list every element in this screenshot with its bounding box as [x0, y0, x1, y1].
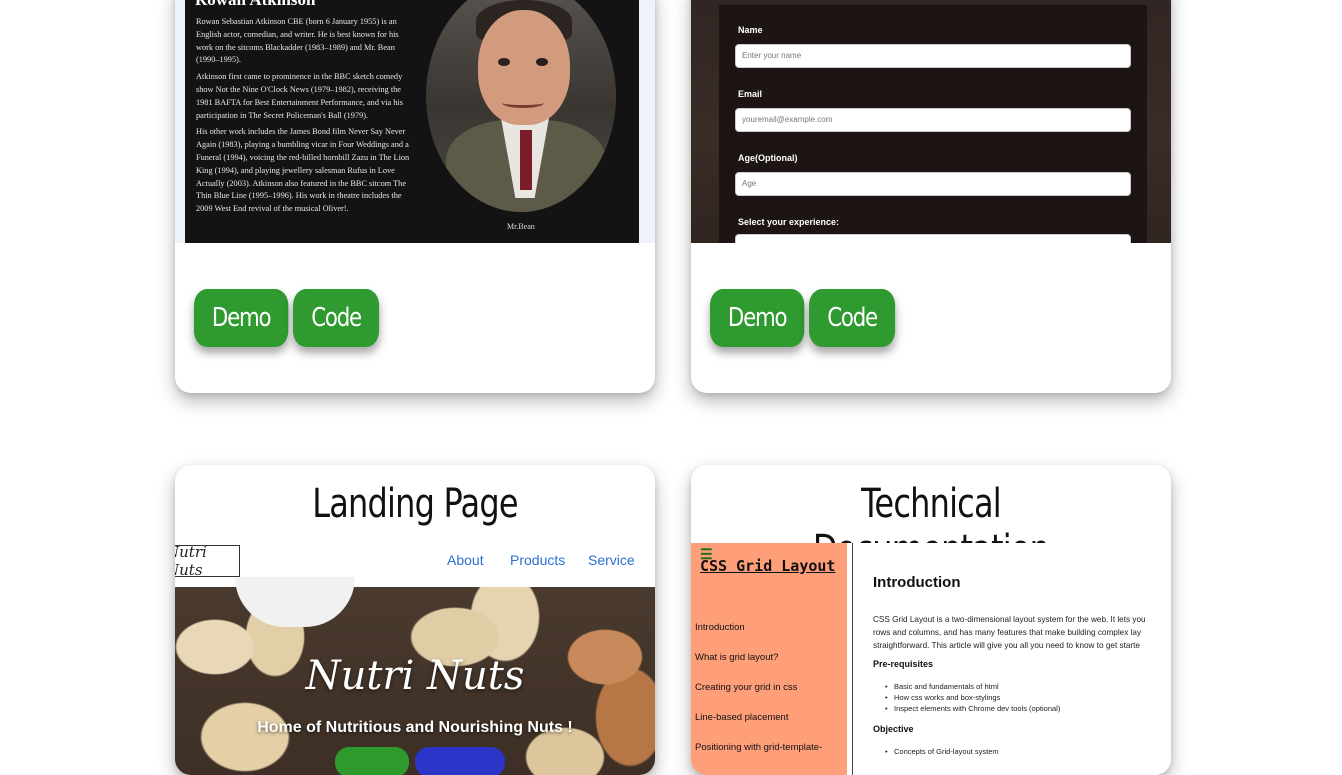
docs-prereq-heading: Pre-requisites	[873, 659, 934, 669]
portrait-eye-right	[536, 58, 548, 66]
demo-button[interactable]: Demo	[194, 289, 289, 347]
tribute-paragraph-3: His other work includes the James Bond f…	[196, 127, 410, 214]
portrait-eye-left	[498, 58, 510, 66]
portrait-mouth	[502, 98, 544, 108]
landing-hero: Nutri Nuts Home of Nutritious and Nouris…	[175, 577, 655, 775]
project-card-landing-page: Landing Page Nutri Nuts About Products S…	[175, 465, 655, 775]
tribute-paragraph-1: Rowan Sebastian Atkinson CBE (born 6 Jan…	[196, 17, 399, 65]
tribute-preview-image: Rowan Atkinson Rowan Sebastian Atkinson …	[175, 0, 655, 243]
docs-divider	[852, 543, 853, 775]
docs-intro-paragraph: CSS Grid Layout is a two-dimensional lay…	[873, 613, 1171, 652]
card-title: Landing Page	[312, 481, 518, 527]
nav-link-about: About	[447, 552, 484, 568]
docs-nav-link: Line-based placement	[695, 712, 789, 723]
name-field: Enter your name	[735, 44, 1131, 68]
docs-intro-line: rows and columns, and has many features …	[873, 628, 1142, 637]
code-button[interactable]: Code	[809, 289, 896, 347]
bowl-shape	[235, 577, 355, 627]
tribute-title: Rowan Atkinson	[195, 0, 315, 10]
code-button[interactable]: Code	[293, 289, 380, 347]
age-label: Age(Optional)	[738, 153, 798, 163]
hero-cta-green	[335, 747, 409, 775]
tribute-text: Rowan Sebastian Atkinson CBE (born 6 Jan…	[196, 16, 414, 220]
landing-preview-image: Nutri Nuts About Products Service Nutri …	[175, 543, 655, 775]
portrait-photo	[426, 0, 616, 212]
project-card-survey: Name Enter your name Email youremail@exa…	[691, 0, 1171, 393]
docs-preview-image: ☰ CSS Grid Layout Introduction What is g…	[691, 543, 1171, 775]
portrait-tie	[520, 130, 532, 190]
docs-list-item: Basic and fundamentals of html	[885, 682, 999, 691]
demo-button[interactable]: Demo	[710, 289, 805, 347]
docs-nav-link: What is grid layout?	[695, 652, 779, 663]
landing-logo: Nutri Nuts	[175, 543, 240, 579]
email-field: youremail@example.com	[735, 108, 1131, 132]
survey-preview-image: Name Enter your name Email youremail@exa…	[691, 0, 1171, 243]
nav-link-service: Service	[588, 552, 635, 568]
hero-brand: Nutri Nuts	[305, 653, 525, 699]
email-label: Email	[738, 89, 763, 99]
docs-objective-heading: Objective	[873, 724, 914, 734]
nav-link-products: Products	[510, 552, 566, 568]
experience-select	[735, 234, 1131, 243]
docs-list-item: Inspect elements with Chrome dev tools (…	[885, 704, 1060, 713]
experience-label: Select your experience:	[738, 217, 840, 227]
tribute-paragraph-2: Atkinson first came to prominence in the…	[196, 72, 403, 120]
portrait-caption: Mr.Bean	[507, 222, 535, 231]
hero-cta-blue	[415, 747, 505, 775]
age-field: Age	[735, 172, 1131, 196]
docs-nav-link: Positioning with grid-template-	[695, 742, 823, 753]
project-card-tribute: Rowan Atkinson Rowan Sebastian Atkinson …	[175, 0, 655, 393]
docs-section-heading: Introduction	[873, 574, 961, 591]
docs-nav-link: Creating your grid in css	[695, 682, 798, 693]
hero-tagline: Home of Nutritious and Nourishing Nuts !	[257, 719, 573, 736]
docs-intro-line: straightforward. This article will give …	[873, 641, 1140, 650]
docs-sidebar-title: CSS Grid Layout	[700, 557, 836, 575]
name-label: Name	[738, 25, 763, 35]
docs-intro-line: CSS Grid Layout is a two-dimensional lay…	[873, 615, 1146, 624]
docs-nav-link: Introduction	[695, 622, 745, 633]
docs-list-item: How css works and box-stylings	[885, 693, 1000, 702]
project-card-technical-documentation: Technical Documentation ☰ CSS Grid Layou…	[691, 465, 1171, 775]
